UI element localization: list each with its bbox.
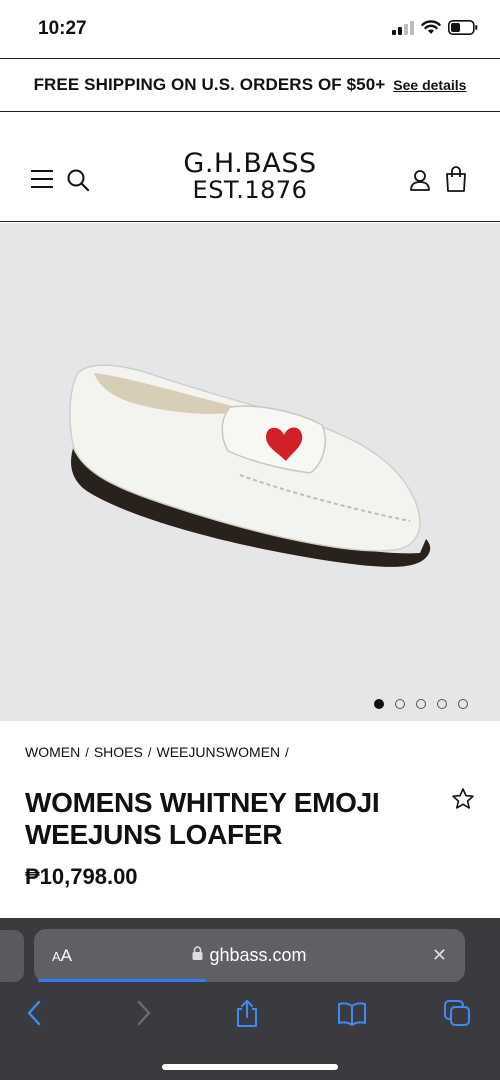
url-display[interactable]: ghbass.com (34, 945, 465, 966)
see-details-link[interactable]: See details (393, 77, 466, 93)
breadcrumb-separator: / (147, 744, 152, 760)
breadcrumb-weejunswomen[interactable]: WEEJUNSWOMEN (156, 744, 280, 760)
lock-icon (192, 946, 203, 960)
address-bar[interactable]: AA ghbass.com ✕ (34, 929, 465, 982)
stop-loading-button[interactable]: ✕ (432, 945, 447, 966)
account-icon[interactable] (408, 168, 432, 192)
gallery-dot[interactable] (458, 699, 468, 709)
site-logo[interactable]: G.H.BASS EST.1876 (150, 148, 350, 205)
previous-tab[interactable] (0, 930, 24, 982)
product-image[interactable] (60, 353, 440, 593)
breadcrumb-separator: / (85, 744, 89, 760)
site-header: G.H.BASS EST.1876 (0, 112, 500, 222)
star-icon[interactable] (451, 787, 475, 811)
product-gallery[interactable] (0, 223, 500, 721)
forward-icon[interactable] (128, 998, 158, 1028)
shopping-bag-icon[interactable] (444, 166, 468, 192)
gallery-dot[interactable] (416, 699, 426, 709)
page-load-progress (38, 979, 206, 982)
product-title: WOMENS WHITNEY EMOJI WEEJUNS LOAFER (25, 787, 380, 850)
browser-toolbar (0, 998, 500, 1038)
tabs-icon[interactable] (442, 998, 472, 1028)
hamburger-menu-icon[interactable] (30, 168, 54, 190)
logo-established: EST.1876 (192, 176, 308, 205)
breadcrumb: WOMEN / SHOES / WEEJUNSWOMEN / (25, 744, 289, 760)
gallery-dot[interactable] (437, 699, 447, 709)
back-icon[interactable] (20, 998, 50, 1028)
bookmarks-icon[interactable] (337, 998, 367, 1028)
promo-text: FREE SHIPPING ON U.S. ORDERS OF $50+ (33, 75, 386, 94)
logo-name: G.H.BASS (183, 148, 317, 179)
gallery-dot[interactable] (395, 699, 405, 709)
home-indicator (162, 1064, 338, 1070)
search-icon[interactable] (66, 168, 90, 192)
promo-banner: FREE SHIPPING ON U.S. ORDERS OF $50+ See… (0, 58, 500, 112)
cellular-signal-icon (392, 20, 414, 35)
browser-chrome: AA ghbass.com ✕ (0, 918, 500, 1080)
status-time: 10:27 (38, 18, 87, 39)
battery-icon (448, 20, 478, 35)
product-price: ₱10,798.00 (25, 864, 138, 889)
status-icons (392, 20, 478, 35)
gallery-dot[interactable] (374, 699, 384, 709)
breadcrumb-separator: / (285, 744, 289, 760)
url-text: ghbass.com (209, 945, 307, 965)
status-bar: 10:27 (0, 0, 500, 58)
gallery-pagination (374, 699, 468, 709)
share-icon[interactable] (232, 998, 262, 1028)
wifi-icon (421, 20, 441, 34)
breadcrumb-shoes[interactable]: SHOES (94, 744, 143, 760)
breadcrumb-women[interactable]: WOMEN (25, 744, 80, 760)
